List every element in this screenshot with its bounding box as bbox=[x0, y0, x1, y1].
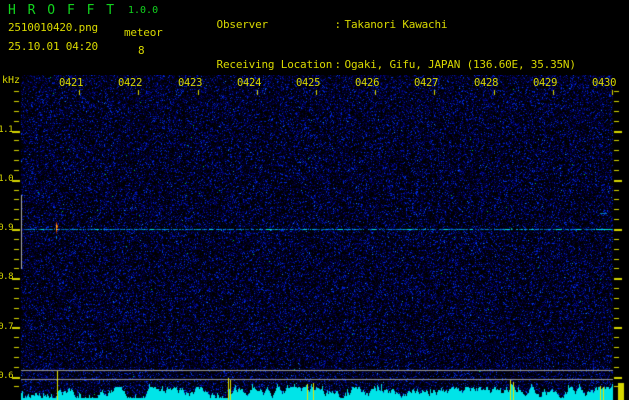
hrofft-output-screen: H R O F F T 1.0.0 2510010420.png meteor … bbox=[0, 0, 629, 400]
x-tick-label: 0427 bbox=[414, 77, 439, 89]
y-axis-unit: kHz bbox=[2, 75, 21, 86]
info-value: Ogaki, Gifu, JAPAN (136.60E, 35.35N) bbox=[344, 58, 576, 71]
x-tick-label: 0424 bbox=[237, 77, 262, 89]
y-tick-label: 0.9 bbox=[0, 223, 14, 233]
mode-label: meteor bbox=[124, 26, 163, 39]
spectrogram-canvas bbox=[0, 75, 629, 400]
info-colon: : bbox=[334, 17, 342, 31]
timestamp: 25.10.01 04:20 bbox=[8, 40, 98, 53]
y-tick-label: 0.8 bbox=[0, 272, 14, 282]
app-version: 1.0.0 bbox=[128, 5, 159, 16]
x-tick-label: 0426 bbox=[355, 77, 380, 89]
y-tick-label: 1.1 bbox=[0, 125, 14, 135]
x-tick-label: 0430 bbox=[592, 77, 617, 89]
output-filename: 2510010420.png bbox=[8, 21, 98, 34]
info-label: Receiving Location bbox=[216, 58, 333, 71]
x-tick-label: 0429 bbox=[533, 77, 558, 89]
info-colon: : bbox=[334, 58, 342, 71]
info-value: Takanori Kawachi bbox=[344, 17, 448, 31]
x-tick-label: 0425 bbox=[296, 77, 321, 89]
x-tick-label: 0421 bbox=[59, 77, 84, 89]
x-tick-label: 0428 bbox=[474, 77, 499, 89]
x-tick-label: 0422 bbox=[118, 77, 143, 89]
app-title: H R O F F T bbox=[8, 3, 117, 18]
y-tick-label: 1.0 bbox=[0, 174, 14, 184]
y-tick-label: 0.7 bbox=[0, 322, 14, 332]
echo-count: 8 bbox=[138, 44, 145, 57]
y-tick-label: 0.6 bbox=[0, 371, 14, 381]
info-label: Observer bbox=[216, 17, 269, 31]
x-tick-label: 0423 bbox=[178, 77, 203, 89]
info-row-observer: Observer: Takanori Kawachi bbox=[178, 4, 576, 45]
